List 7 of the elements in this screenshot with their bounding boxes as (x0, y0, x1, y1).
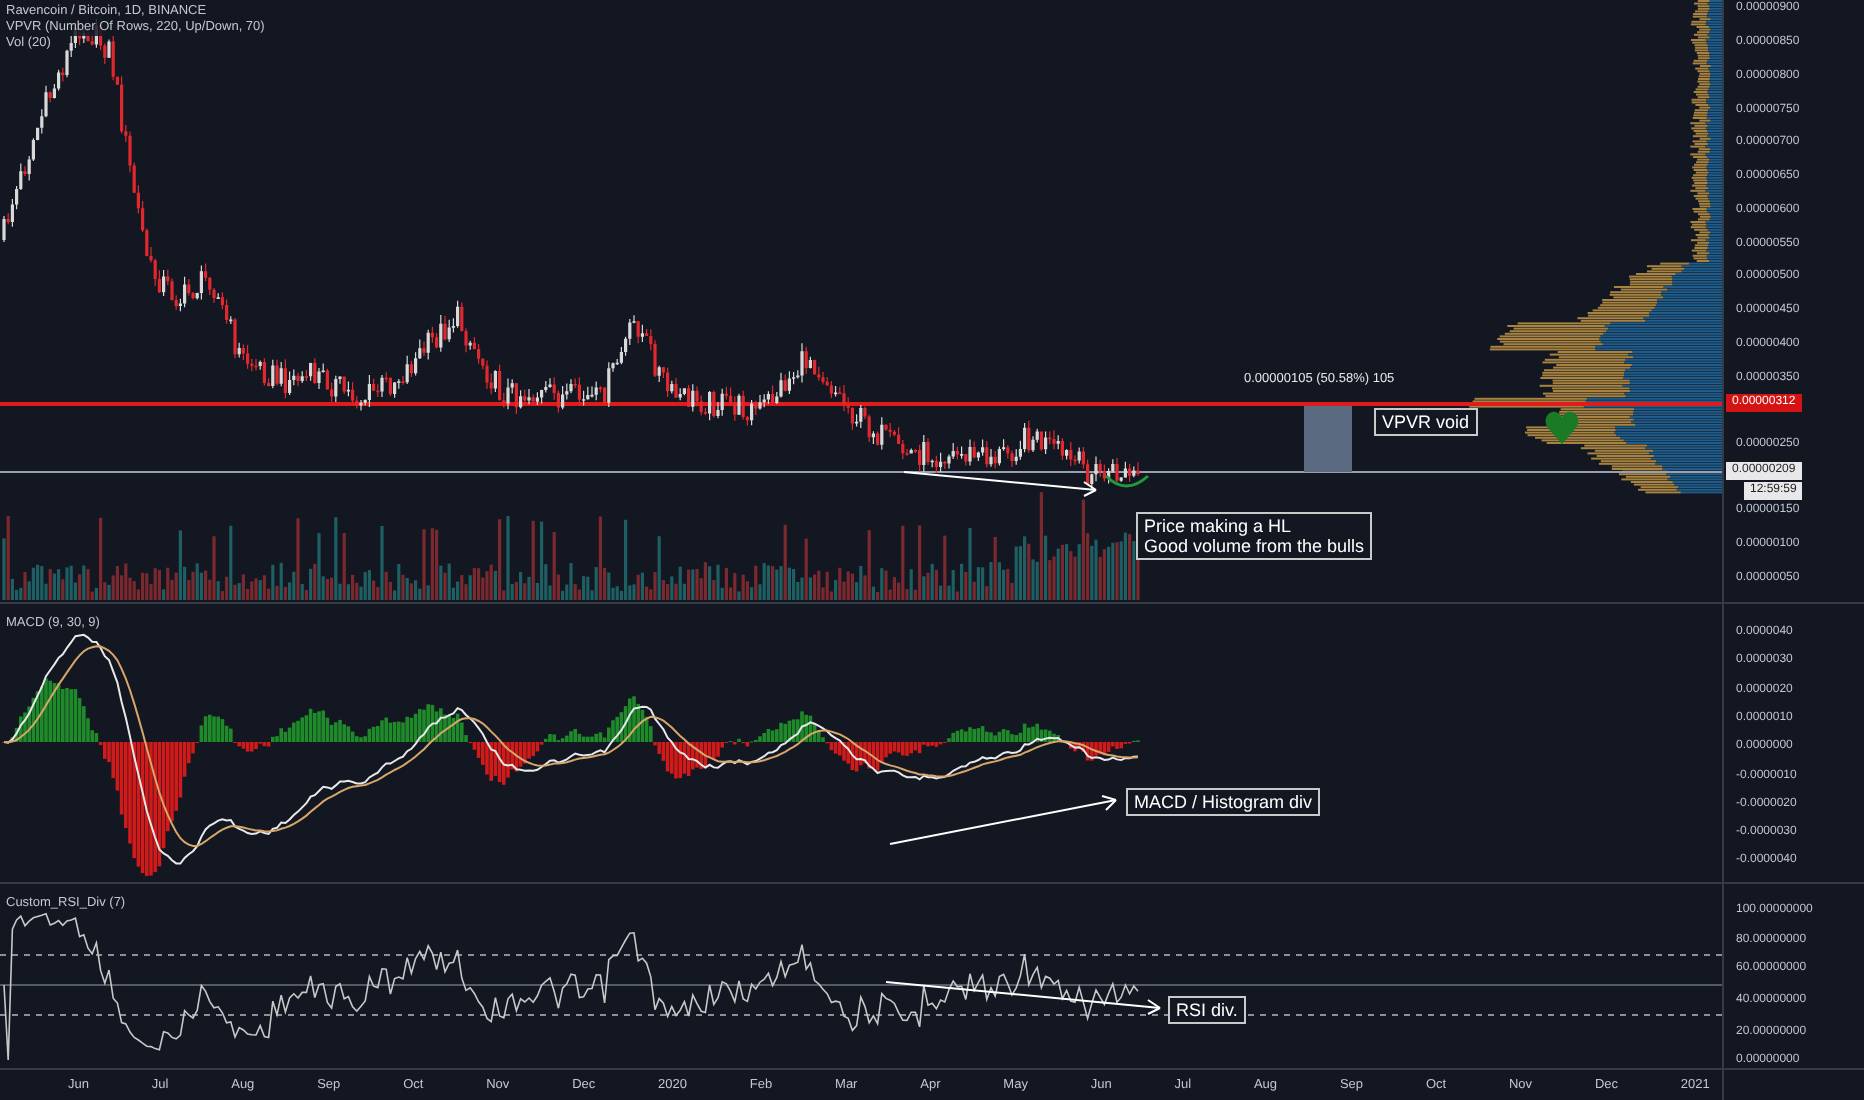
note-box: Price making a HL Good volume from the bulls (1136, 512, 1373, 560)
note-box: MACD / Histogram div (1126, 788, 1321, 816)
note-box: VPVR void (1374, 408, 1478, 436)
note-box: RSI div. (1168, 996, 1246, 1024)
heart-icon (1545, 411, 1579, 444)
measure-box (1304, 406, 1352, 472)
curve-mark (1105, 474, 1149, 488)
